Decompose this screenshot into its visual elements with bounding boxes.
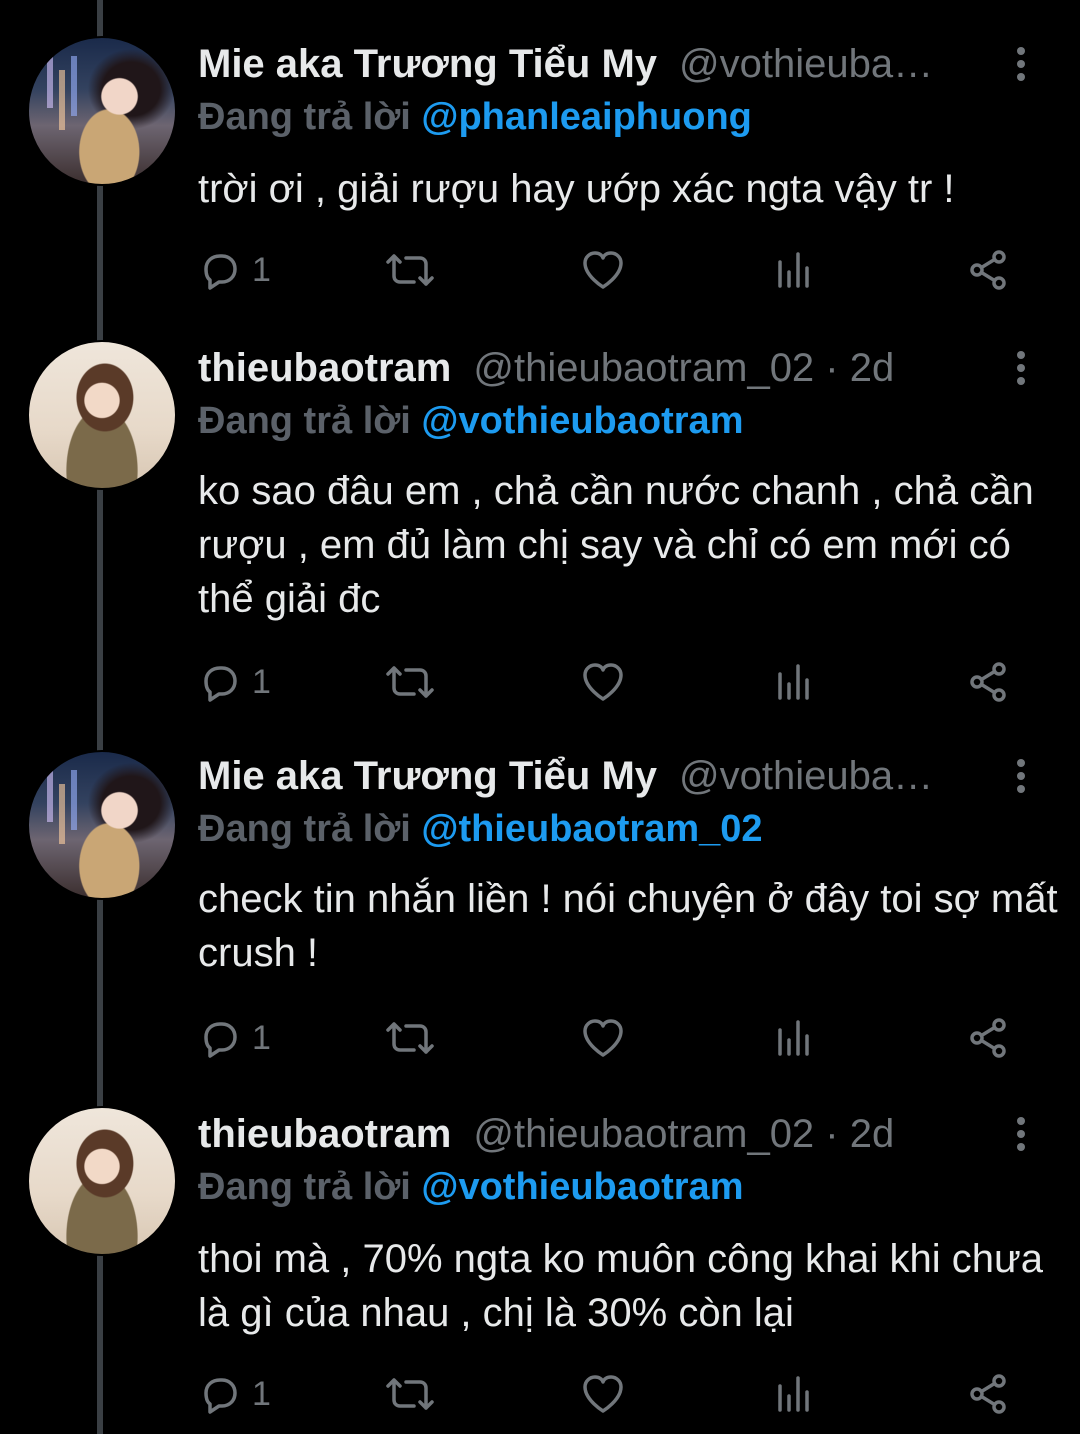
tweet[interactable]: Mie aka Trương Tiểu My @vothieuba… Đang … (0, 720, 1080, 1090)
username-handle[interactable]: @vothieuba… (679, 42, 933, 87)
reply-button[interactable]: 1 (198, 657, 271, 707)
action-bar: 1 (198, 1369, 1018, 1419)
reply-bubble-icon (198, 248, 242, 292)
views-button[interactable] (774, 1013, 814, 1063)
like-button[interactable] (580, 657, 626, 707)
more-vertical-icon[interactable] (1004, 1114, 1038, 1154)
retweet-button[interactable] (384, 657, 436, 707)
like-button[interactable] (580, 245, 626, 295)
display-name[interactable]: thieubaotram (198, 346, 451, 391)
action-bar: 1 (198, 657, 1018, 707)
views-chart-icon (774, 660, 814, 704)
tweet[interactable]: thieubaotram @thieubaotram_02 · 2d Đang … (0, 320, 1080, 720)
replying-to-line: Đang trả lời @vothieubaotram (198, 1166, 743, 1209)
mention-link[interactable]: @thieubaotram_02 (421, 808, 762, 850)
more-vertical-icon[interactable] (1004, 44, 1038, 84)
reply-button[interactable]: 1 (198, 1013, 271, 1063)
replying-to-label: Đang trả lời (198, 400, 411, 442)
replying-to-label: Đang trả lời (198, 808, 411, 850)
tweet-text: trời ơi , giải rượu hay ướp xác ngta vậy… (198, 167, 955, 211)
tweet-header: thieubaotram @thieubaotram_02 · 2d (198, 1104, 894, 1164)
like-button[interactable] (580, 1369, 626, 1419)
reply-button[interactable]: 1 (198, 245, 271, 295)
more-vertical-icon[interactable] (1004, 348, 1038, 388)
tweet-header: thieubaotram @thieubaotram_02 · 2d (198, 338, 894, 398)
replying-to-label: Đang trả lời (198, 1166, 411, 1208)
tweet-text: check tin nhắn liền ! nói chuyện ở đây t… (198, 877, 1058, 975)
retweet-icon (384, 660, 436, 704)
display-name[interactable]: thieubaotram (198, 1112, 451, 1157)
reply-count: 1 (252, 1374, 271, 1413)
tweet-text: ko sao đâu em , chả cần nước chanh , chả… (198, 469, 1034, 621)
share-button[interactable] (966, 657, 1010, 707)
retweet-icon (384, 1016, 436, 1060)
views-chart-icon (774, 1372, 814, 1416)
views-chart-icon (774, 248, 814, 292)
tweet[interactable]: Mie aka Trương Tiểu My @vothieuba… Đang … (0, 0, 1080, 320)
views-button[interactable] (774, 657, 814, 707)
share-icon (966, 1372, 1010, 1416)
heart-icon (580, 1372, 626, 1416)
share-icon (966, 1016, 1010, 1060)
username-handle[interactable]: @thieubaotram_02 · 2d (473, 1112, 894, 1157)
more-vertical-icon[interactable] (1004, 756, 1038, 796)
retweet-icon (384, 248, 436, 292)
mention-link[interactable]: @phanleaiphuong (421, 96, 751, 138)
avatar[interactable] (27, 750, 177, 900)
retweet-icon (384, 1372, 436, 1416)
retweet-button[interactable] (384, 1369, 436, 1419)
views-button[interactable] (774, 1369, 814, 1419)
reply-count: 1 (252, 1018, 271, 1057)
views-button[interactable] (774, 245, 814, 295)
mention-link[interactable]: @vothieubaotram (421, 1166, 743, 1208)
replying-to-line: Đang trả lời @phanleaiphuong (198, 96, 752, 139)
tweet-text: thoi mà , 70% ngta ko muôn công khai khi… (198, 1237, 1044, 1335)
mention-link[interactable]: @vothieubaotram (421, 400, 743, 442)
retweet-button[interactable] (384, 245, 436, 295)
like-button[interactable] (580, 1013, 626, 1063)
replying-to-line: Đang trả lời @vothieubaotram (198, 400, 743, 443)
tweet[interactable]: thieubaotram @thieubaotram_02 · 2d Đang … (0, 1090, 1080, 1434)
reply-count: 1 (252, 662, 271, 701)
avatar[interactable] (27, 1106, 177, 1256)
action-bar: 1 (198, 245, 1018, 295)
heart-icon (580, 248, 626, 292)
avatar[interactable] (27, 36, 177, 186)
tweet-header: Mie aka Trương Tiểu My @vothieuba… (198, 34, 933, 94)
heart-icon (580, 660, 626, 704)
retweet-button[interactable] (384, 1013, 436, 1063)
heart-icon (580, 1016, 626, 1060)
reply-bubble-icon (198, 1016, 242, 1060)
share-button[interactable] (966, 1013, 1010, 1063)
reply-count: 1 (252, 250, 271, 289)
share-button[interactable] (966, 245, 1010, 295)
share-button[interactable] (966, 1369, 1010, 1419)
share-icon (966, 660, 1010, 704)
username-handle[interactable]: @thieubaotram_02 · 2d (473, 346, 894, 391)
username-handle[interactable]: @vothieuba… (679, 754, 933, 799)
reply-bubble-icon (198, 1372, 242, 1416)
reply-bubble-icon (198, 660, 242, 704)
reply-button[interactable]: 1 (198, 1369, 271, 1419)
action-bar: 1 (198, 1013, 1018, 1063)
display-name[interactable]: Mie aka Trương Tiểu My (198, 754, 657, 799)
share-icon (966, 248, 1010, 292)
tweet-header: Mie aka Trương Tiểu My @vothieuba… (198, 746, 933, 806)
replying-to-label: Đang trả lời (198, 96, 411, 138)
avatar[interactable] (27, 340, 177, 490)
replying-to-line: Đang trả lời @thieubaotram_02 (198, 808, 763, 851)
views-chart-icon (774, 1016, 814, 1060)
display-name[interactable]: Mie aka Trương Tiểu My (198, 42, 657, 87)
